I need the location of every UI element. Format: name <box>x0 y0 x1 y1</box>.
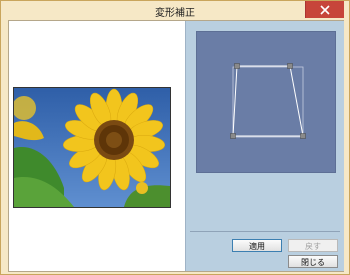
dialog-content: 適用 戻す 閉じる <box>8 20 344 272</box>
image-pane <box>9 21 184 271</box>
panel-divider <box>190 231 340 232</box>
undo-button[interactable]: 戻す <box>288 239 338 252</box>
transform-preview[interactable] <box>196 31 336 173</box>
window-close-button[interactable] <box>305 1 344 18</box>
handle-bottom-left[interactable] <box>230 133 236 139</box>
correction-panel: 適用 戻す 閉じる <box>185 21 344 271</box>
perspective-grid <box>230 63 306 139</box>
sunflower-image <box>14 88 170 207</box>
transform-outline <box>232 65 304 137</box>
close-icon <box>320 4 330 15</box>
sunflower-photo <box>13 87 171 208</box>
window-title: 変形補正 <box>155 8 195 19</box>
handle-bottom-right[interactable] <box>300 133 306 139</box>
apply-button[interactable]: 適用 <box>232 239 282 252</box>
handle-top-right[interactable] <box>287 63 293 69</box>
handle-top-left[interactable] <box>234 63 240 69</box>
title-bar[interactable]: 変形補正 <box>1 1 349 19</box>
transform-correction-window: 変形補正 適用 戻す 閉じる <box>0 0 350 275</box>
close-button[interactable]: 閉じる <box>288 255 338 268</box>
